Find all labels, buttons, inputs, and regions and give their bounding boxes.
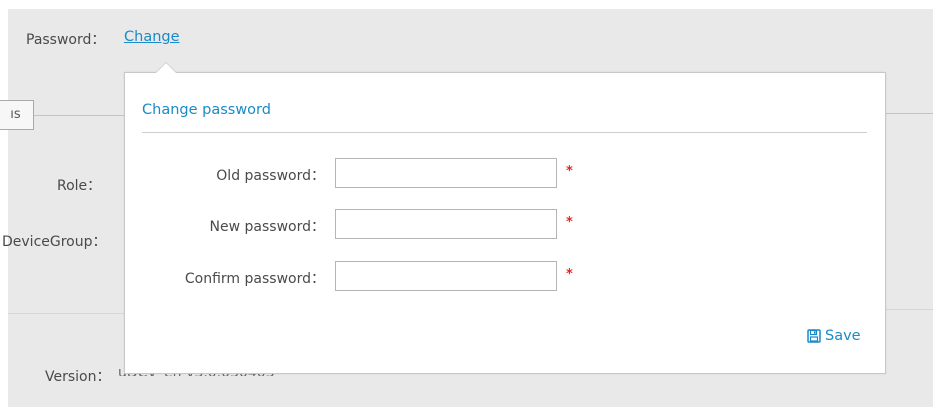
section-divider-right (886, 309, 933, 310)
popup-title: Change password (142, 102, 271, 118)
new-password-label: New password： (209, 219, 325, 235)
tab-divider (34, 115, 124, 116)
popup-arrow-fill (156, 63, 176, 73)
new-password-input[interactable] (335, 209, 557, 239)
tab-partial[interactable]: ıs (0, 100, 34, 130)
save-label: Save (825, 328, 861, 344)
new-password-required-mark: * (566, 215, 573, 230)
change-password-link[interactable]: Change (124, 29, 180, 45)
save-button[interactable]: Save (807, 328, 861, 344)
confirm-password-input[interactable] (335, 261, 557, 291)
popup-divider (142, 132, 867, 133)
floppy-disk-icon (807, 329, 821, 343)
confirm-password-label: Confirm password： (184, 271, 325, 287)
device-group-label: DeviceGroup： (2, 234, 107, 250)
role-label: Role： (57, 178, 102, 194)
old-password-input[interactable] (335, 158, 557, 188)
confirm-password-required-mark: * (566, 267, 573, 282)
account-settings-panel: Password： Change ıs Role： DeviceGroup： V… (0, 9, 933, 407)
change-password-popup: Change password Old password： * New pass… (124, 62, 886, 374)
version-label: Version： (45, 369, 111, 385)
section-divider (8, 313, 124, 314)
old-password-required-mark: * (566, 164, 573, 179)
tab-divider-right (886, 113, 933, 114)
old-password-label: Old password： (216, 168, 325, 184)
password-label: Password： (26, 32, 106, 48)
